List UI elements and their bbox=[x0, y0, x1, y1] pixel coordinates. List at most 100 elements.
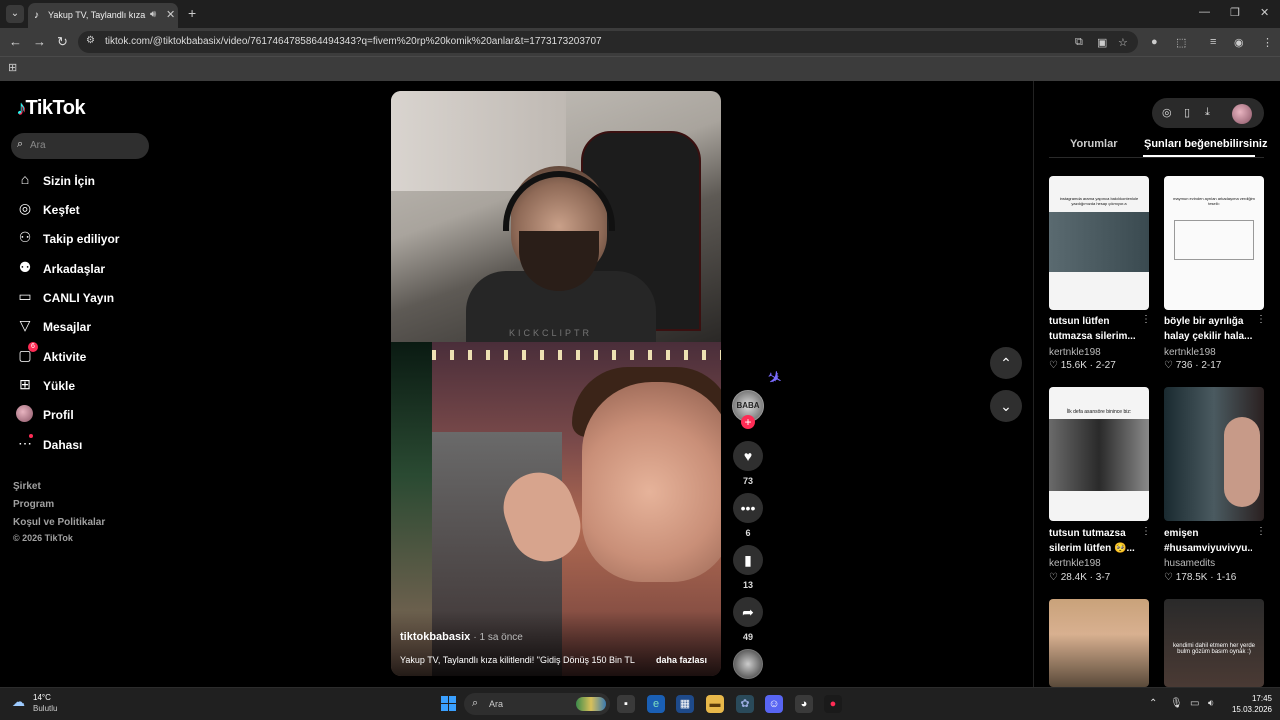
reload-icon[interactable]: ↻ bbox=[57, 34, 68, 50]
comment-count: 6 bbox=[745, 528, 751, 538]
weather-temp[interactable]: 14°C bbox=[33, 693, 51, 702]
footer-program-link[interactable]: Program bbox=[13, 499, 54, 510]
windows-start-icon[interactable] bbox=[441, 696, 457, 712]
video-player[interactable]: KICKCLIPTR tiktokbabasix · 1 sa önce Yak… bbox=[391, 91, 721, 676]
tab-recommended[interactable]: Şunları beğenebilirsiniz bbox=[1144, 138, 1267, 150]
sidebar-item-for-you[interactable]: ⌂ Sizin İçin bbox=[16, 170, 156, 192]
fish-sticker-icon: ✈ bbox=[763, 365, 787, 391]
sidebar-item-friends[interactable]: ⚉ Arkadaşlar bbox=[16, 258, 156, 280]
chrome-icon[interactable]: ◕ bbox=[795, 695, 813, 713]
video-card-thumbnail[interactable]: kendimi dahil etmem her yerde bulm gözüm… bbox=[1164, 599, 1264, 687]
menu-kebab-icon[interactable]: ⋮ bbox=[1262, 36, 1273, 49]
back-icon[interactable]: ← bbox=[9, 34, 22, 49]
media-controls-icon[interactable]: ≡ bbox=[1210, 36, 1216, 48]
card-title[interactable]: tutsun lütfen tutmazsa silerim... bbox=[1049, 314, 1137, 344]
sidebar-item-explore[interactable]: ◎ Keşfet bbox=[16, 199, 156, 221]
card-menu-icon[interactable]: ⋮ bbox=[1141, 526, 1151, 537]
card-menu-icon[interactable]: ⋮ bbox=[1141, 314, 1151, 325]
tiktok-logo[interactable]: ♪TikTok bbox=[16, 97, 86, 120]
sidebar-item-more[interactable]: ⋯ Dahası bbox=[16, 434, 156, 456]
install-app-icon[interactable]: ▣ bbox=[1097, 36, 1107, 49]
video-card-thumbnail[interactable]: İlk defa asansöre binince biz: bbox=[1049, 387, 1149, 521]
music-disc-icon[interactable] bbox=[733, 649, 763, 679]
compass-tool-icon[interactable]: ◎ bbox=[1162, 106, 1172, 119]
new-tab-icon[interactable]: + bbox=[188, 5, 196, 21]
sidebar-item-label: Arkadaşlar bbox=[43, 262, 106, 276]
video-card-thumbnail[interactable] bbox=[1164, 387, 1264, 521]
comment-button[interactable]: ••• bbox=[733, 493, 763, 523]
footer-terms-link[interactable]: Koşul ve Politikalar bbox=[13, 517, 105, 528]
profile-avatar bbox=[16, 405, 33, 422]
tab-comments[interactable]: Yorumlar bbox=[1070, 138, 1117, 150]
discord-icon[interactable]: ☺ bbox=[765, 695, 783, 713]
card-title[interactable]: emişen #husamviyuvivyu... bbox=[1164, 526, 1252, 556]
sidebar-item-label: Keşfet bbox=[43, 203, 80, 217]
like-button[interactable]: ♥ bbox=[733, 441, 763, 471]
video-author[interactable]: tiktokbabasix · 1 sa önce bbox=[400, 631, 523, 643]
card-menu-icon[interactable]: ⋮ bbox=[1256, 526, 1266, 537]
home-icon: ⌂ bbox=[20, 171, 30, 187]
task-view-icon[interactable]: ▪ bbox=[617, 695, 635, 713]
network-icon[interactable]: ▭ bbox=[1190, 698, 1199, 709]
video-card-thumbnail[interactable] bbox=[1049, 599, 1149, 687]
tab-search-button[interactable]: ⌄ bbox=[6, 5, 24, 23]
file-explorer-icon[interactable]: ▬ bbox=[706, 695, 724, 713]
extensions-icon[interactable]: ⬚ bbox=[1176, 36, 1186, 49]
address-bar[interactable]: ⚙ tiktok.com/@tiktokbabasix/video/761746… bbox=[78, 31, 1138, 53]
download-icon[interactable]: ⤓ bbox=[1205, 106, 1210, 119]
sidebar-item-messages[interactable]: ▽ Mesajlar bbox=[16, 316, 156, 338]
cloud-icon[interactable]: ☁ bbox=[12, 694, 25, 710]
share-button[interactable]: ➦ bbox=[733, 597, 763, 627]
apps-grid-icon[interactable]: ⊞ bbox=[8, 61, 17, 74]
user-avatar[interactable] bbox=[1232, 104, 1252, 124]
card-stats: ♡ 736 · 2-17 bbox=[1164, 360, 1222, 371]
forward-icon[interactable]: → bbox=[33, 34, 46, 49]
edge-icon[interactable]: e bbox=[647, 695, 665, 713]
store-icon[interactable]: ▦ bbox=[676, 695, 694, 713]
microphone-icon[interactable]: 🎙︎ bbox=[1170, 698, 1183, 709]
more-caption-link[interactable]: daha fazlası bbox=[656, 655, 707, 665]
sidebar-item-upload[interactable]: ⊞ Yükle bbox=[16, 375, 156, 397]
device-icon[interactable]: ▯ bbox=[1184, 106, 1190, 119]
card-menu-icon[interactable]: ⋮ bbox=[1256, 314, 1266, 325]
search-input[interactable]: ⌕ Ara bbox=[11, 133, 149, 159]
card-title[interactable]: tutsun tutmazsa silerim lütfen 🥺... bbox=[1049, 526, 1137, 556]
settings-app-icon[interactable]: ✿ bbox=[736, 695, 754, 713]
recommendations-panel bbox=[1033, 81, 1280, 687]
minimize-icon[interactable]: — bbox=[1199, 6, 1210, 18]
show-hidden-icons-icon[interactable]: ⌃ bbox=[1149, 698, 1157, 709]
taskbar-search[interactable]: ⌕ Ara bbox=[464, 693, 610, 715]
card-author[interactable]: kertnkle198 bbox=[1049, 347, 1101, 358]
bookmark-star-icon[interactable]: ☆ bbox=[1118, 36, 1128, 49]
browser-tab[interactable]: ♪ Yakup TV, Taylandlı kıza kilit 🔊︎ ✕ bbox=[28, 3, 178, 28]
profile-avatar-icon[interactable]: ◉ bbox=[1234, 36, 1244, 49]
extension-profile-icon[interactable]: ● bbox=[1151, 36, 1158, 48]
app-with-notification-icon[interactable]: ● bbox=[824, 695, 842, 713]
sidebar-item-activity[interactable]: ▢ 6 Aktivite bbox=[16, 342, 156, 368]
next-video-button[interactable]: ⌄ bbox=[990, 390, 1022, 422]
card-title[interactable]: böyle bir ayrılığa halay çekilir hala... bbox=[1164, 314, 1252, 344]
speaker-icon[interactable]: 🔊︎ bbox=[150, 9, 156, 20]
card-author[interactable]: kertnkle198 bbox=[1164, 347, 1216, 358]
card-author[interactable]: kertnkle198 bbox=[1049, 558, 1101, 569]
previous-video-button[interactable]: ⌃ bbox=[990, 347, 1022, 379]
save-button[interactable]: ▮ bbox=[733, 545, 763, 575]
volume-icon[interactable]: 🔉︎ bbox=[1208, 698, 1214, 709]
card-author[interactable]: husamedits bbox=[1164, 558, 1215, 569]
close-tab-icon[interactable]: ✕ bbox=[166, 8, 175, 21]
search-highlight-icon bbox=[576, 697, 606, 711]
sidebar-item-following[interactable]: ⚇ Takip ediliyor bbox=[16, 228, 156, 250]
translate-icon[interactable]: ⧉ bbox=[1075, 36, 1083, 49]
weather-desc: Bulutlu bbox=[33, 704, 58, 713]
site-info-icon[interactable]: ⚙ bbox=[86, 35, 95, 46]
clock[interactable]: 17:45 15.03.2026 bbox=[1230, 693, 1272, 715]
follow-button[interactable]: + bbox=[741, 415, 755, 429]
video-card-thumbnail[interactable]: instagramda arama yapınca bakılıkontenlo… bbox=[1049, 176, 1149, 310]
sidebar-item-live[interactable]: ▭ CANLI Yayın bbox=[16, 287, 156, 309]
video-card-thumbnail[interactable]: maymun evinden ayrılan arkadaşıma verdiğ… bbox=[1164, 176, 1264, 310]
restore-icon[interactable]: ❐ bbox=[1230, 6, 1240, 19]
close-window-icon[interactable]: ✕ bbox=[1260, 6, 1269, 19]
footer-company-link[interactable]: Şirket bbox=[13, 481, 41, 492]
upload-icon: ⊞ bbox=[19, 376, 31, 392]
sidebar-item-profile[interactable]: Profil bbox=[16, 404, 156, 426]
